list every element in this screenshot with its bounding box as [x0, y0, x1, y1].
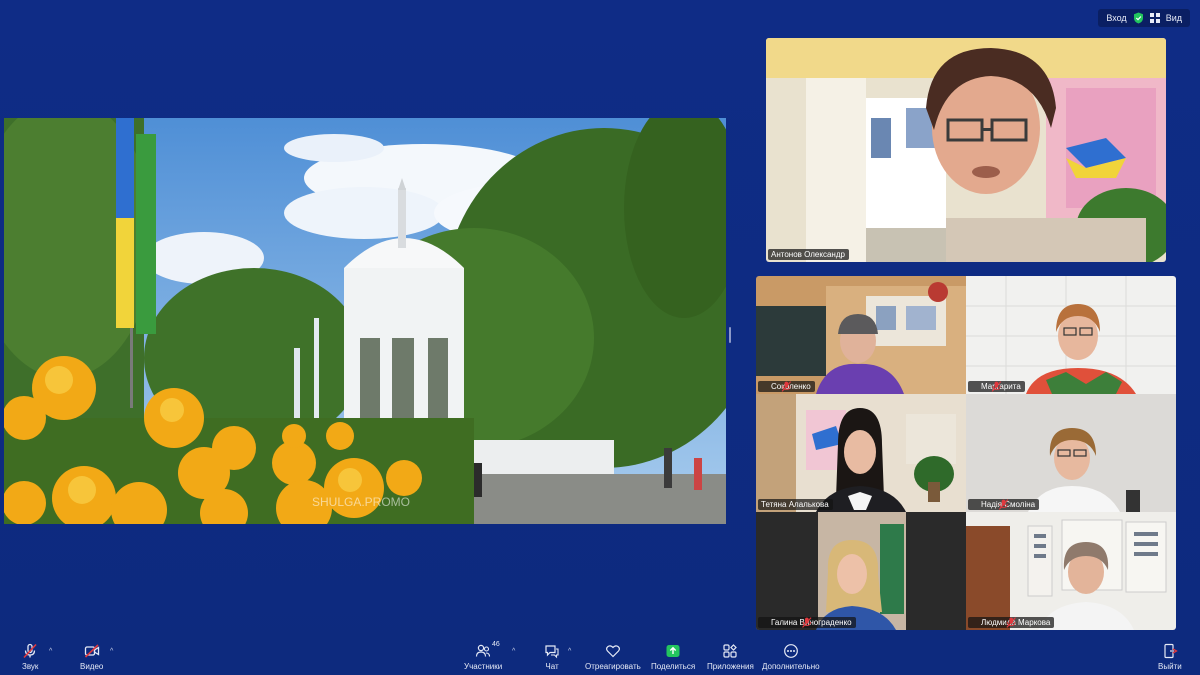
participant-name-tag: Надія Смоліна [968, 499, 1040, 510]
share-label: Поделиться [651, 662, 696, 671]
participant-name-tag: Соколенко [758, 381, 815, 392]
apps-label: Приложения [707, 662, 754, 671]
share-button[interactable]: Поделиться [651, 643, 695, 671]
leave-button[interactable]: Выйти [1158, 643, 1182, 671]
participant-video [756, 394, 966, 512]
apps-button[interactable]: Приложения [707, 643, 754, 671]
participant-name-tag: Галина Винограденко [758, 617, 856, 628]
participant-video [966, 394, 1176, 512]
view-label[interactable]: Вид [1166, 13, 1182, 23]
audio-button[interactable]: Звук [22, 643, 38, 671]
heart-icon [605, 645, 620, 658]
participants-count: 46 [492, 641, 500, 648]
chat-icon [545, 645, 559, 659]
participant-tile-2[interactable]: Маргарита [966, 276, 1176, 394]
participant-name: Тетяна Алалькова [761, 500, 829, 509]
leave-label: Выйти [1158, 662, 1182, 671]
apps-icon [723, 644, 738, 658]
chat-options-caret[interactable]: ^ [568, 648, 571, 655]
chat-button[interactable]: Чат [544, 643, 560, 671]
more-button[interactable]: Дополнительно [762, 643, 820, 671]
participant-tile-6[interactable]: Людмила Маркова [966, 512, 1176, 630]
participant-tile-5[interactable]: Галина Винограденко [756, 512, 966, 630]
meeting-toolbar: Звук ^ Видео ^ 46 Участники ^ Чат ^ Отре… [0, 639, 1200, 675]
participant-video [756, 512, 966, 630]
chat-label: Чат [545, 662, 559, 671]
speaker-video [766, 38, 1166, 262]
participant-name-tag: Маргарита [968, 381, 1025, 392]
more-label: Дополнительно [762, 662, 820, 671]
video-off-icon [84, 644, 99, 658]
speaker-video-tile[interactable]: Антонов Олександр [766, 38, 1166, 262]
mic-muted-icon [23, 643, 37, 659]
react-label: Отреагировать [585, 662, 641, 671]
video-button[interactable]: Видео [80, 643, 103, 671]
meeting-status-bar: Вход Вид [1098, 9, 1190, 27]
participant-tile-1[interactable]: Соколенко [756, 276, 966, 394]
mic-off-icon [971, 499, 1009, 510]
react-button[interactable]: Отреагировать [585, 643, 641, 671]
audio-label: Звук [22, 662, 39, 671]
shared-screen[interactable]: SHULGA.PROMO [4, 118, 726, 524]
participants-icon [476, 644, 491, 657]
speaker-name: Антонов Олександр [771, 250, 845, 259]
participant-name-tag: Тетяна Алалькова [758, 499, 833, 510]
share-screen-icon [666, 645, 680, 657]
grid-icon[interactable] [1149, 13, 1160, 23]
watermark-text: SHULGA.PROMO [312, 495, 410, 509]
mic-off-icon [761, 381, 792, 392]
shield-check-icon[interactable] [1133, 12, 1144, 24]
video-options-caret[interactable]: ^ [110, 648, 113, 655]
park-photo: SHULGA.PROMO [4, 118, 726, 524]
entry-label: Вход [1106, 13, 1127, 23]
mic-off-icon [971, 381, 1002, 392]
mic-off-icon [971, 617, 1016, 628]
participant-tile-4[interactable]: Надія Смоліна [966, 394, 1176, 512]
video-label: Видео [80, 662, 104, 671]
participant-tile-3[interactable]: Тетяна Алалькова [756, 394, 966, 512]
participant-video [756, 276, 966, 394]
participants-options-caret[interactable]: ^ [512, 648, 515, 655]
mic-off-icon [761, 617, 812, 628]
audio-options-caret[interactable]: ^ [49, 648, 52, 655]
participant-video [966, 512, 1176, 630]
leave-icon [1164, 643, 1178, 659]
participant-video [966, 276, 1176, 394]
more-icon [783, 644, 798, 658]
participants-button[interactable]: 46 Участники [464, 641, 503, 671]
panel-resize-handle[interactable] [729, 327, 731, 343]
speaker-name-tag: Антонов Олександр [768, 249, 849, 260]
participants-label: Участники [464, 662, 503, 671]
participant-name-tag: Людмила Маркова [968, 617, 1055, 628]
